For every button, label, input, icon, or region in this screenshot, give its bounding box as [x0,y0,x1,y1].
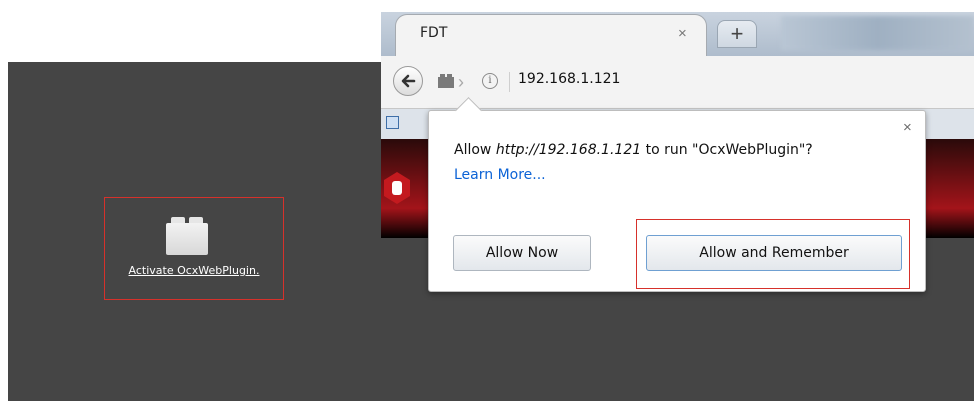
remember-highlight-box [636,219,910,289]
allow-now-button[interactable]: Allow Now [453,235,591,271]
message-suffix: to run "OcxWebPlugin"? [641,142,813,158]
popup-close-icon[interactable]: × [903,119,912,136]
address-bar[interactable]: 192.168.1.121 [518,71,620,87]
plugin-indicator-icon[interactable] [438,74,454,88]
plugin-brick-icon[interactable] [166,217,208,255]
bookmark-icon[interactable] [386,116,399,129]
blurred-tabs [781,16,974,50]
divider [509,72,510,92]
permission-message: Allow http://192.168.1.121 to run "OcxWe… [454,142,813,158]
site-logo-icon [384,172,410,204]
learn-more-link[interactable]: Learn More... [454,167,546,183]
message-prefix: Allow [454,142,496,158]
tab-close-icon[interactable]: × [678,25,687,42]
back-button[interactable] [393,66,423,96]
chevron-right-icon: › [458,72,464,92]
info-icon[interactable]: i [482,73,498,89]
tab-title: FDT [420,25,448,41]
activate-plugin-link[interactable]: Activate OcxWebPlugin. [114,264,274,277]
back-arrow-icon [401,74,416,88]
tab-strip: FDT × + [381,12,974,56]
tab-fdt[interactable]: FDT × [395,14,707,56]
message-origin: http://192.168.1.121 [495,142,642,158]
new-tab-icon[interactable]: + [717,20,757,48]
